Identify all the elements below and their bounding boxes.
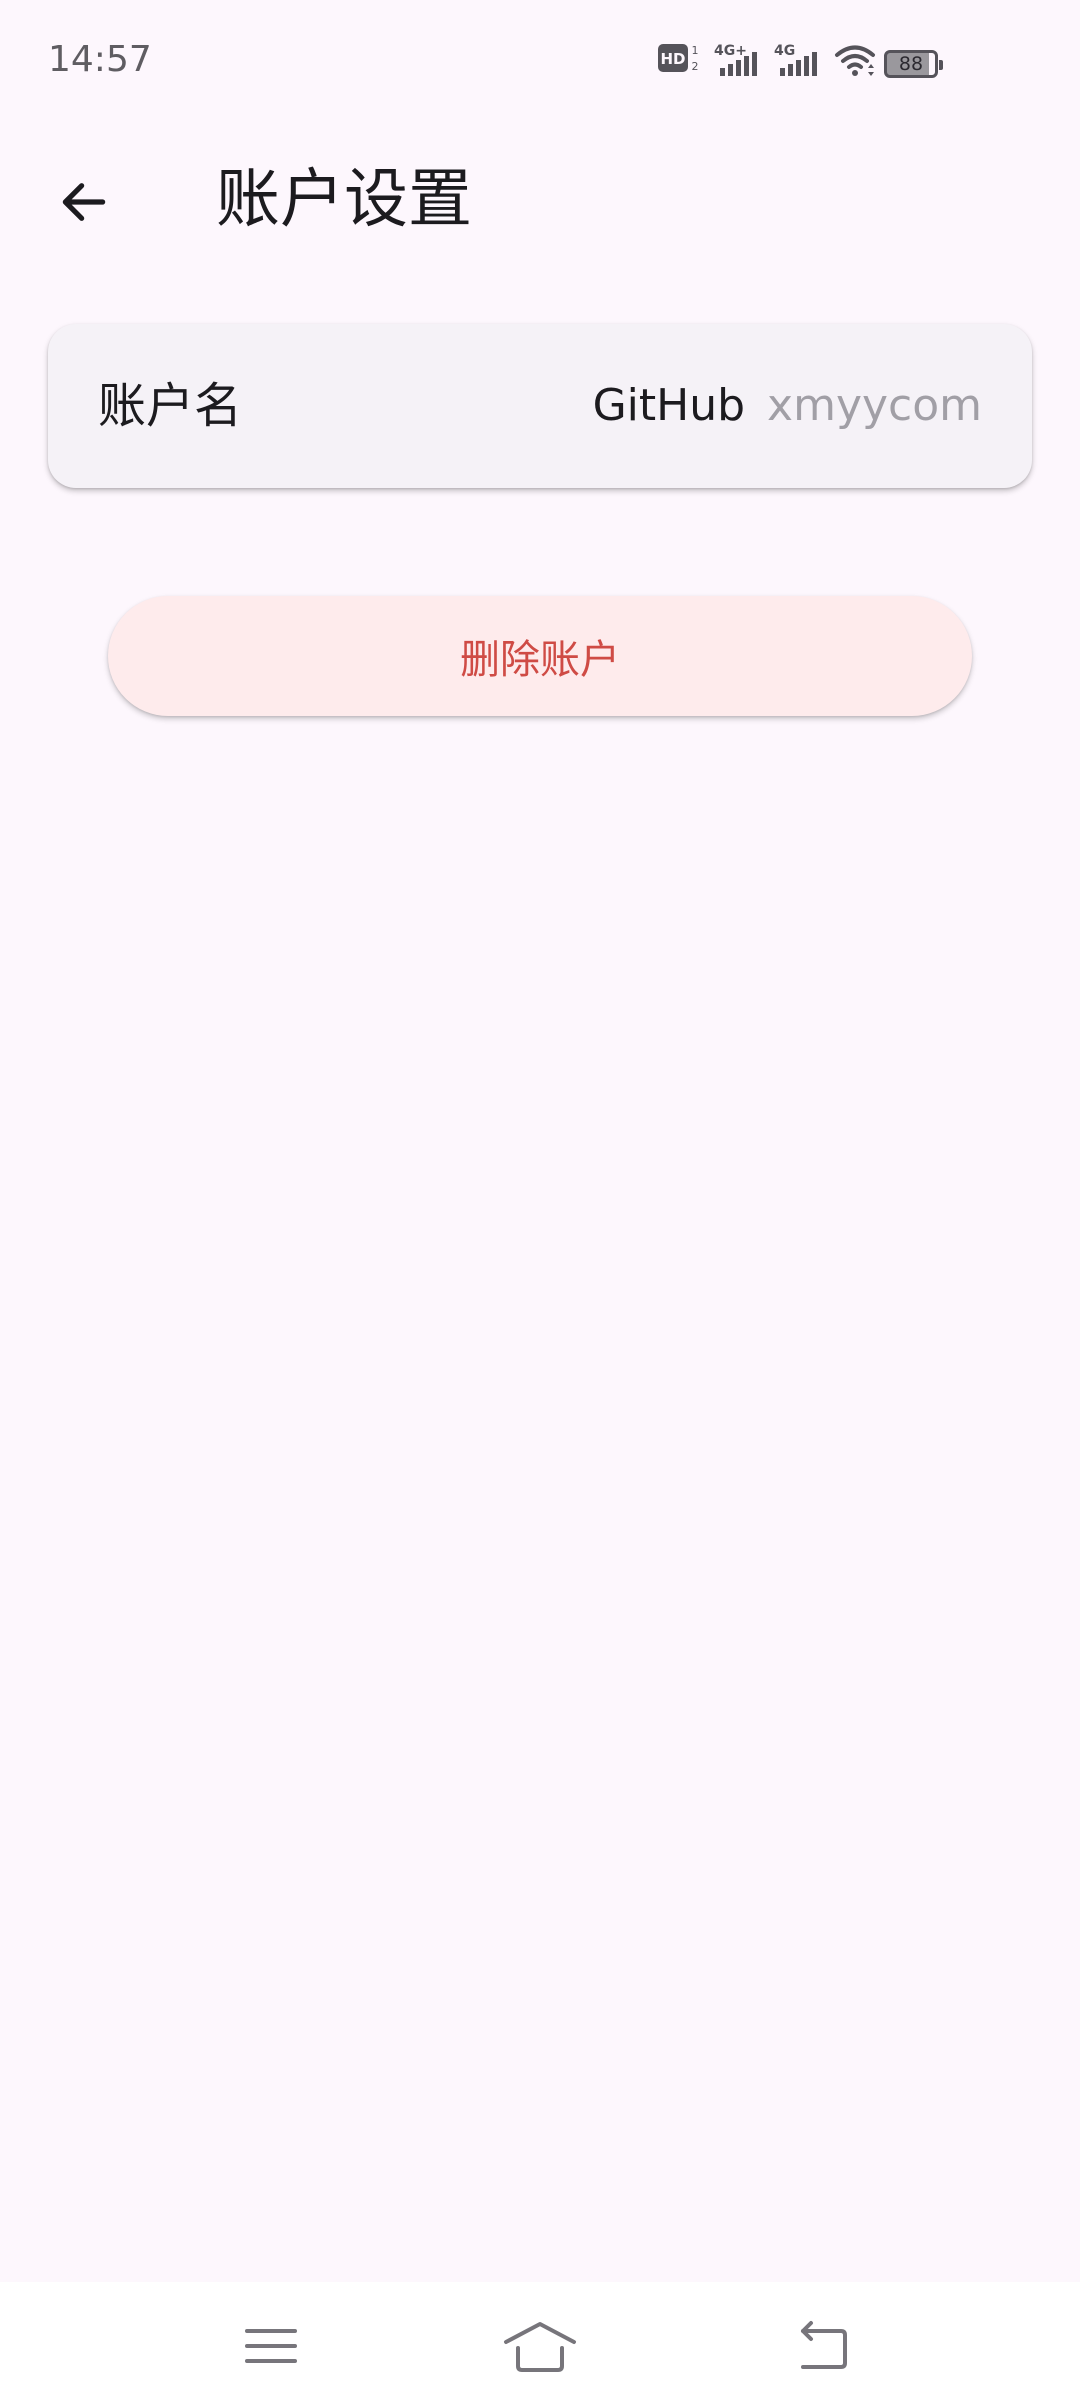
menu-icon — [245, 2329, 297, 2363]
account-name-value: GitHub xmyycom — [593, 376, 982, 445]
account-provider: GitHub — [592, 380, 746, 431]
signal-4g-plus-icon: 4G+ — [714, 43, 757, 76]
battery-icon: 88 — [884, 50, 943, 78]
signal-4g-icon: 4G — [774, 43, 817, 76]
nav-menu-button[interactable] — [226, 2306, 316, 2386]
svg-text:HD: HD — [660, 50, 685, 68]
nav-home-button[interactable] — [495, 2306, 585, 2386]
account-username: xmyycom — [767, 380, 982, 431]
battery-level: 88 — [898, 53, 924, 75]
back-icon — [801, 2321, 847, 2369]
account-name-row[interactable]: 账户名 GitHub xmyycom — [48, 324, 1032, 488]
svg-text:2: 2 — [692, 60, 699, 73]
home-icon — [504, 2322, 576, 2372]
account-name-label: 账户名 — [98, 378, 243, 434]
svg-text:1: 1 — [692, 44, 699, 57]
status-bar: 14:57 HD 1 2 4G+ 4G 88 — [0, 0, 1080, 120]
page-title: 账户设置 — [216, 163, 472, 237]
svg-text:4G+: 4G+ — [714, 43, 747, 59]
svg-text:4G: 4G — [774, 43, 795, 59]
hd-icon: HD 1 2 — [658, 44, 699, 73]
top-app-bar: 账户设置 — [0, 120, 1080, 266]
status-icons: HD 1 2 4G+ 4G 88 — [658, 40, 958, 84]
wifi-icon — [835, 45, 875, 76]
delete-account-button[interactable]: 删除账户 — [108, 596, 972, 716]
system-nav-bar — [0, 2282, 1080, 2408]
back-button[interactable] — [36, 154, 132, 250]
status-time: 14:57 — [48, 39, 152, 80]
nav-back-button[interactable] — [778, 2306, 868, 2386]
arrow-left-icon — [62, 183, 106, 221]
